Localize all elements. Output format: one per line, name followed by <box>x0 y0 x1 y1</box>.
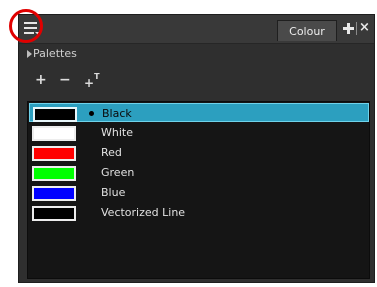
colour-swatch <box>32 126 76 141</box>
colour-swatch <box>32 166 76 181</box>
colour-name: Black <box>102 107 132 120</box>
colour-swatch <box>32 186 76 201</box>
colour-name: Red <box>101 146 122 159</box>
palettes-toggle[interactable]: Palettes <box>27 46 77 62</box>
colour-name: Blue <box>101 186 126 199</box>
colour-name: Green <box>101 166 135 179</box>
add-colour-button[interactable]: + <box>35 73 47 87</box>
colour-item-white[interactable]: White <box>29 123 369 142</box>
palettes-label: Palettes <box>33 47 77 60</box>
highlight-circle <box>9 9 43 43</box>
colour-swatch <box>32 206 76 221</box>
expand-triangle-icon <box>27 50 32 58</box>
tab-colour[interactable]: Colour <box>277 20 337 41</box>
colour-list: Black White Red Green Blue Vectorized Li… <box>27 101 370 279</box>
add-texture-plus: + <box>84 76 95 90</box>
colour-panel: Colour × Palettes + − +T Black White Red… <box>18 14 375 283</box>
colour-name: White <box>101 126 133 139</box>
close-icon[interactable]: × <box>359 21 371 34</box>
colour-item-blue[interactable]: Blue <box>29 183 369 202</box>
colour-item-red[interactable]: Red <box>29 143 369 162</box>
selected-dot-icon <box>89 111 94 116</box>
colour-swatch <box>32 146 76 161</box>
colour-item-vectorized-line[interactable]: Vectorized Line <box>29 203 369 222</box>
toolbar-divider <box>356 22 357 35</box>
texture-glyph: T <box>94 72 100 81</box>
add-view-icon[interactable] <box>343 23 354 34</box>
colour-name: Vectorized Line <box>101 206 186 219</box>
colour-item-black[interactable]: Black <box>29 103 369 122</box>
add-texture-button[interactable]: +T <box>84 72 100 90</box>
remove-colour-button[interactable]: − <box>59 73 71 87</box>
colour-item-green[interactable]: Green <box>29 163 369 182</box>
colour-swatch <box>33 107 77 122</box>
panel-toolbar: Colour × <box>19 15 374 44</box>
